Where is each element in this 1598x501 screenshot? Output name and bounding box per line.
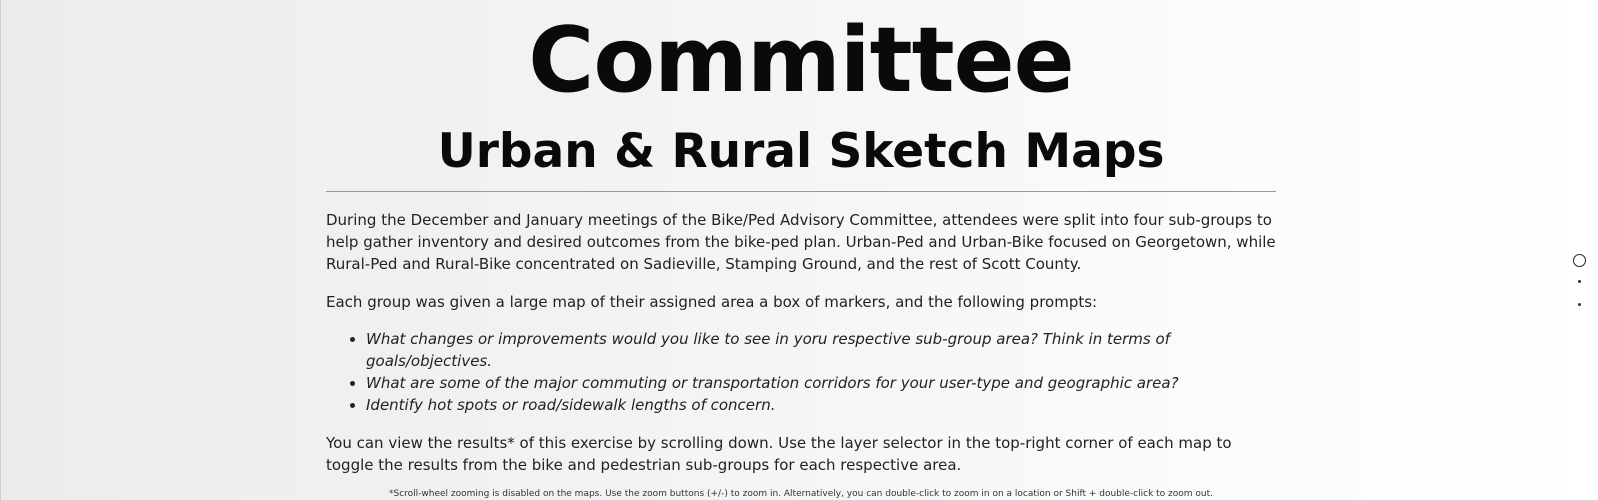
page-left-border xyxy=(0,0,1,501)
prompts-intro-paragraph: Each group was given a large map of thei… xyxy=(326,293,1098,311)
section-navigation xyxy=(1573,254,1587,306)
list-item: What are some of the major commuting or … xyxy=(366,372,1276,394)
intro-paragraph: During the December and January meetings… xyxy=(326,211,1276,273)
nav-dot-icon[interactable] xyxy=(1578,280,1581,283)
zoom-footnote: *Scroll-wheel zooming is disabled on the… xyxy=(388,489,1214,499)
story-section: Committee Urban & Rural Sketch Maps Duri… xyxy=(326,0,1276,500)
section-subtitle: Urban & Rural Sketch Maps xyxy=(437,124,1165,179)
list-item: What changes or improvements would you l… xyxy=(366,328,1276,372)
divider xyxy=(326,191,1276,192)
prompts-list: What changes or improvements would you l… xyxy=(326,328,1276,416)
nav-dot-icon[interactable] xyxy=(1578,303,1581,306)
results-paragraph: You can view the results* of this exerci… xyxy=(326,434,1232,474)
list-item: Identify hot spots or road/sidewalk leng… xyxy=(366,394,1276,416)
nav-dot-active-icon[interactable] xyxy=(1573,254,1586,267)
page-title: Committee xyxy=(528,8,1074,113)
